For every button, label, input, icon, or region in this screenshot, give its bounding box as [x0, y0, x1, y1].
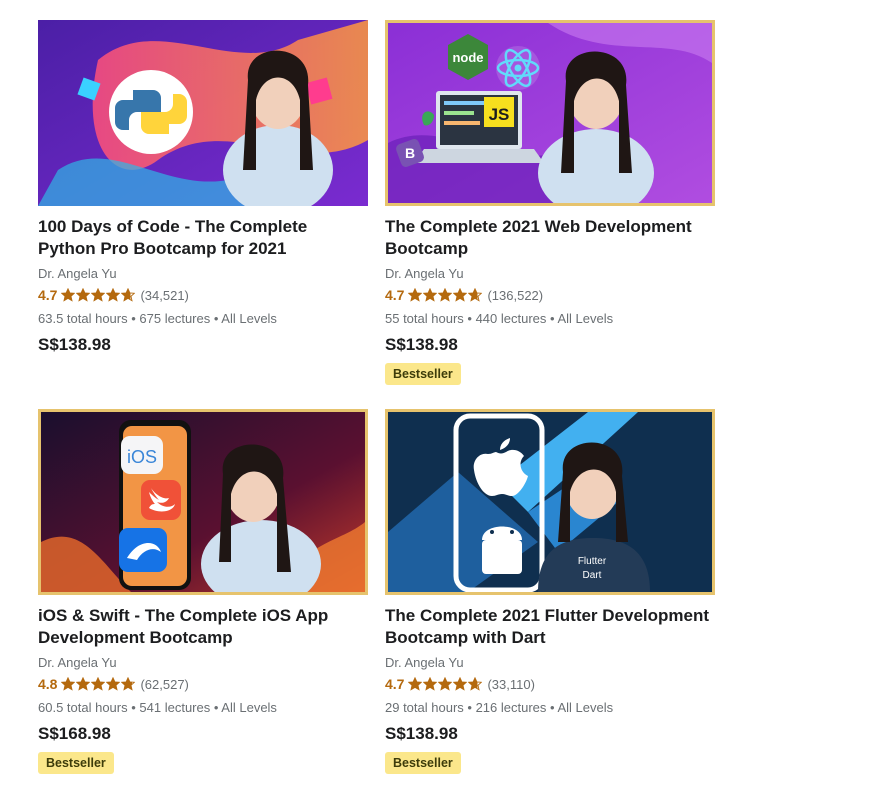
star-icon	[61, 288, 76, 302]
course-meta: 55 total hours • 440 lectures • All Leve…	[385, 311, 614, 326]
bestseller-badge: Bestseller	[385, 752, 461, 774]
course-level: All Levels	[557, 700, 614, 715]
shirt-dart-label: Dart	[583, 570, 602, 581]
rating-value: 4.7	[385, 287, 405, 303]
course-level: All Levels	[557, 311, 614, 326]
course-card-ios-swift[interactable]: iOS iOS & Swift - The Complete iOS App D…	[38, 409, 368, 774]
course-hours: 63.5 total hours	[38, 311, 128, 326]
shirt-flutter-label: Flutter	[578, 556, 607, 567]
bootstrap-logo-label: B	[405, 145, 415, 161]
course-level: All Levels	[221, 700, 277, 715]
flutter-course-thumbnail-image: Flutter Dart	[388, 412, 712, 592]
star-icon	[91, 677, 106, 691]
star-icon	[121, 288, 136, 302]
python-course-thumbnail-image	[38, 20, 368, 206]
js-logo-label: JS	[489, 105, 510, 124]
star-rating	[408, 677, 483, 691]
rating-value: 4.8	[38, 676, 58, 692]
review-count: (33,110)	[487, 676, 535, 692]
course-instructor: Dr. Angela Yu	[38, 655, 117, 670]
course-thumbnail[interactable]	[38, 20, 368, 206]
rating-row: 4.8 (62,527)	[38, 676, 368, 692]
ios-logo-label: iOS	[127, 447, 157, 467]
star-icon	[453, 677, 468, 691]
star-icon	[76, 288, 91, 302]
course-thumbnail[interactable]: Flutter Dart	[385, 409, 715, 595]
course-hours: 55 total hours	[385, 311, 464, 326]
ios-course-thumbnail-image: iOS	[41, 412, 365, 592]
rating-row: 4.7 (33,110)	[385, 676, 715, 692]
rating-row: 4.7 (136,522)	[385, 287, 715, 303]
course-title[interactable]: 100 Days of Code - The Complete Python P…	[38, 216, 368, 260]
star-icon	[408, 288, 423, 302]
star-icon	[408, 677, 423, 691]
bestseller-badge: Bestseller	[38, 752, 114, 774]
course-title[interactable]: The Complete 2021 Web Development Bootca…	[385, 216, 715, 260]
star-icon	[438, 288, 453, 302]
course-lectures: 541 lectures	[139, 700, 211, 715]
course-card-python[interactable]: 100 Days of Code - The Complete Python P…	[38, 20, 368, 355]
course-meta: 60.5 total hours • 541 lectures • All Le…	[38, 700, 277, 715]
star-icon	[121, 677, 136, 691]
course-hours: 60.5 total hours	[38, 700, 128, 715]
review-count: (62,527)	[140, 676, 189, 692]
star-icon	[468, 288, 483, 302]
star-icon	[423, 288, 438, 302]
star-icon	[423, 677, 438, 691]
star-icon	[468, 677, 483, 691]
course-price: S$138.98	[385, 724, 458, 743]
course-price: S$168.98	[38, 724, 111, 743]
star-icon	[106, 677, 121, 691]
star-icon	[453, 288, 468, 302]
web-dev-course-thumbnail-image: node JS B	[388, 23, 712, 203]
course-lectures: 216 lectures	[475, 700, 547, 715]
rating-value: 4.7	[385, 676, 405, 692]
rating-value: 4.7	[38, 287, 58, 303]
star-icon	[76, 677, 91, 691]
course-level: All Levels	[221, 311, 277, 326]
bestseller-badge: Bestseller	[385, 363, 461, 385]
course-thumbnail[interactable]: node JS B	[385, 20, 715, 206]
course-meta: 29 total hours • 216 lectures • All Leve…	[385, 700, 614, 715]
star-icon	[91, 288, 106, 302]
course-meta: 63.5 total hours • 675 lectures • All Le…	[38, 311, 277, 326]
course-instructor: Dr. Angela Yu	[385, 655, 464, 670]
course-price: S$138.98	[385, 335, 458, 354]
node-logo-label: node	[452, 50, 483, 65]
rating-row: 4.7 (34,521)	[38, 287, 368, 303]
review-count: (34,521)	[140, 287, 189, 303]
course-title[interactable]: The Complete 2021 Flutter Development Bo…	[385, 605, 715, 649]
course-price: S$138.98	[38, 335, 111, 354]
course-lectures: 675 lectures	[139, 311, 211, 326]
course-title[interactable]: iOS & Swift - The Complete iOS App Devel…	[38, 605, 368, 649]
course-instructor: Dr. Angela Yu	[385, 266, 464, 281]
star-rating	[408, 288, 483, 302]
star-icon	[438, 677, 453, 691]
course-card-flutter[interactable]: Flutter Dart The Complete 2021 Flutter D…	[385, 409, 715, 774]
star-rating	[61, 677, 136, 691]
course-card-web-dev[interactable]: node JS B The Complete 2021 Web Developm…	[385, 20, 715, 385]
course-hours: 29 total hours	[385, 700, 464, 715]
course-thumbnail[interactable]: iOS	[38, 409, 368, 595]
star-icon	[106, 288, 121, 302]
course-instructor: Dr. Angela Yu	[38, 266, 117, 281]
review-count: (136,522)	[487, 287, 544, 303]
star-rating	[61, 288, 136, 302]
course-lectures: 440 lectures	[475, 311, 547, 326]
star-icon	[61, 677, 76, 691]
